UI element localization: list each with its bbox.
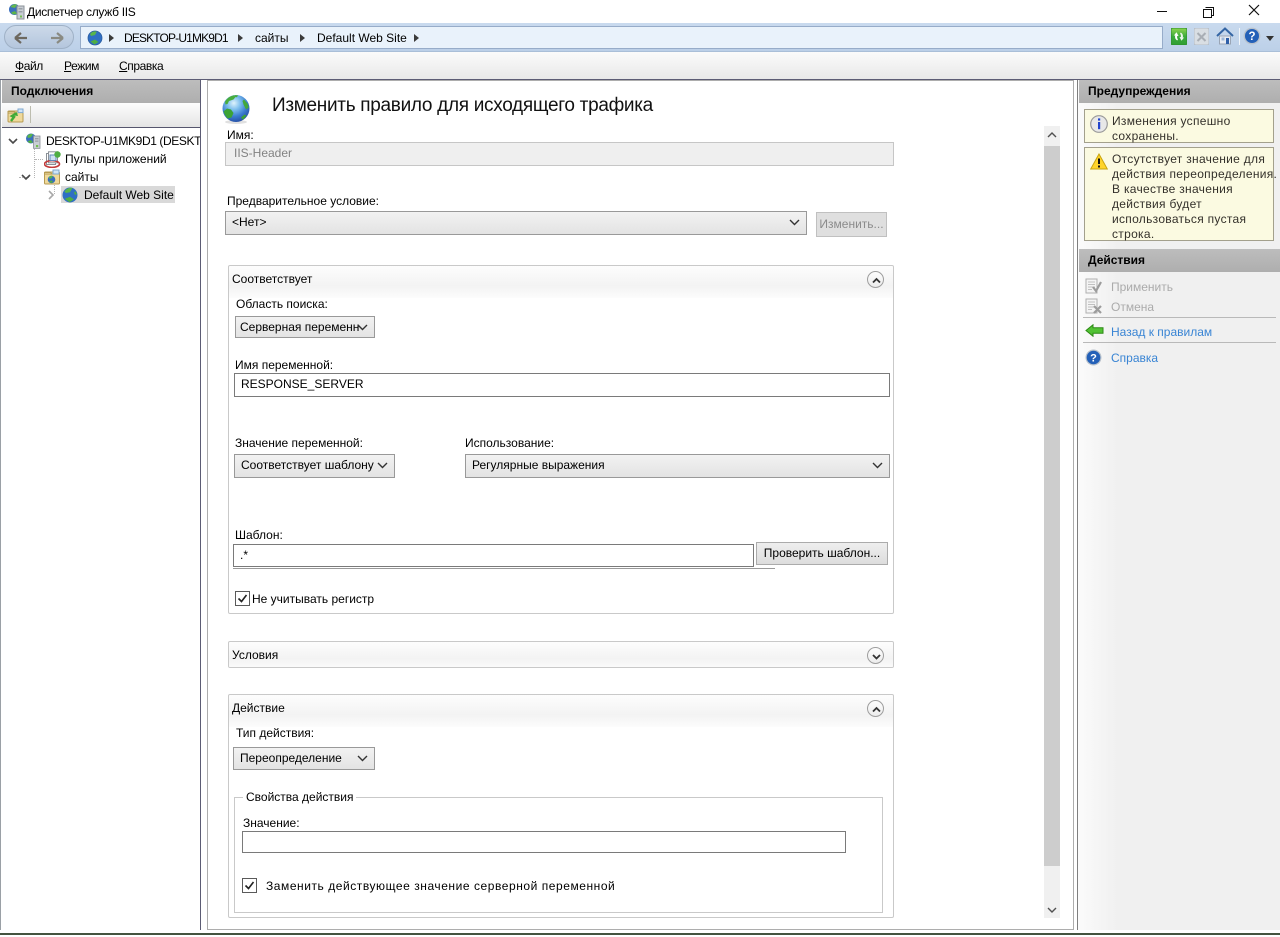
svg-text:?: ? (1090, 353, 1097, 365)
svg-text:?: ? (1248, 31, 1255, 43)
